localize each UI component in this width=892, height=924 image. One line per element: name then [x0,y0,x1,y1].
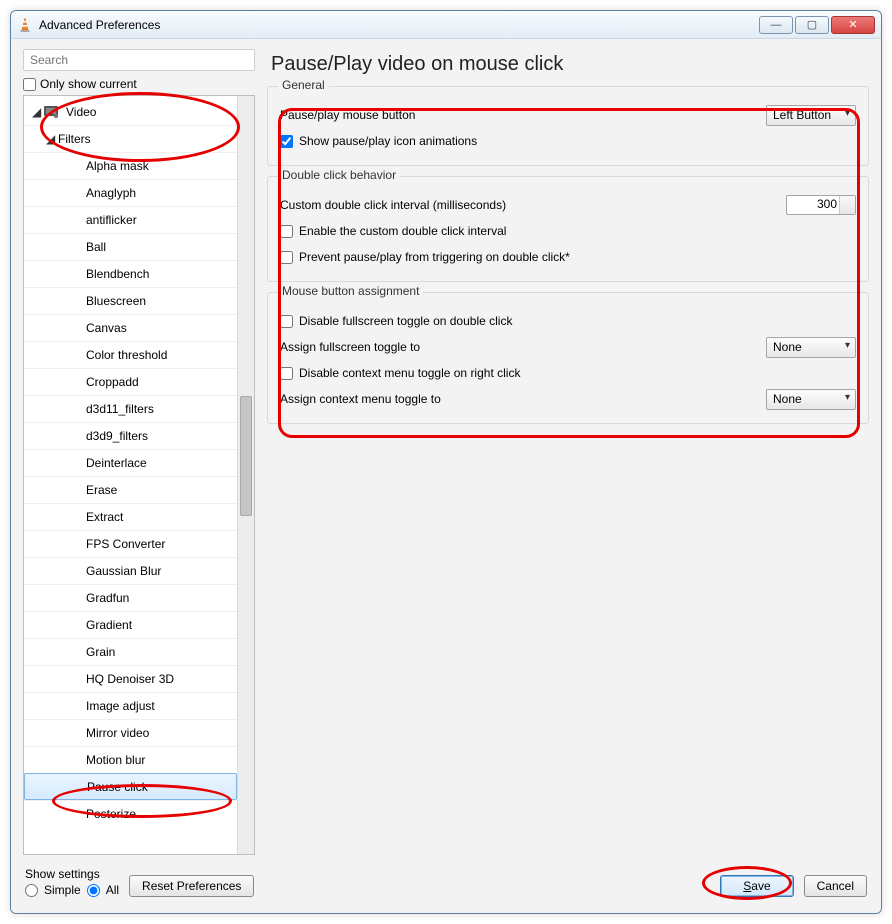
minimize-button[interactable]: — [759,16,793,34]
prevent-dblclick-checkbox[interactable] [280,251,293,264]
video-icon [44,105,60,119]
vlc-cone-icon [17,17,33,33]
close-button[interactable]: ✕ [831,16,875,34]
tree-item-canvas[interactable]: Canvas [24,314,237,341]
window-buttons: — ▢ ✕ [757,16,875,34]
disable-fs-checkbox[interactable] [280,315,293,328]
group-general: General Pause/play mouse button Left But… [267,86,869,166]
group-assign-legend: Mouse button assignment [278,284,423,298]
tree-item-blendbench[interactable]: Blendbench [24,260,237,287]
tree-item-bluescreen[interactable]: Bluescreen [24,287,237,314]
tree-item-video[interactable]: ◢Video [24,98,237,125]
tree-item-d3d9-filters[interactable]: d3d9_filters [24,422,237,449]
tree-item-croppadd[interactable]: Croppadd [24,368,237,395]
chevron-down-icon: ◢ [32,105,44,119]
group-dblclick-legend: Double click behavior [278,168,400,182]
only-show-current-label: Only show current [40,77,137,91]
show-settings-group: Show settings Simple All [25,867,119,897]
tree-item-pause-click[interactable]: Pause click [24,773,237,800]
show-anim-checkbox[interactable] [280,135,293,148]
all-radio[interactable] [87,884,100,897]
tree-item-posterize[interactable]: Posterize [24,800,237,827]
tree-item-color-threshold[interactable]: Color threshold [24,341,237,368]
tree-item-motion-blur[interactable]: Motion blur [24,746,237,773]
show-anim-label: Show pause/play icon animations [299,134,477,148]
simple-label: Simple [44,883,81,897]
tree-item-anaglyph[interactable]: Anaglyph [24,179,237,206]
mouse-button-label: Pause/play mouse button [280,108,766,122]
prevent-dblclick-label: Prevent pause/play from triggering on do… [299,250,570,264]
sidebar: Only show current ◢Video◢FiltersAlpha ma… [23,49,255,855]
page-title: Pause/Play video on mouse click [267,49,869,86]
assign-fs-label: Assign fullscreen toggle to [280,340,766,354]
tree-item-antiflicker[interactable]: antiflicker [24,206,237,233]
group-general-legend: General [278,78,329,92]
disable-ctx-checkbox[interactable] [280,367,293,380]
tree-item-gradfun[interactable]: Gradfun [24,584,237,611]
tree-container: ◢Video◢FiltersAlpha maskAnaglyphantiflic… [23,95,255,855]
interval-label: Custom double click interval (millisecon… [280,198,786,212]
titlebar: Advanced Preferences — ▢ ✕ [11,11,881,39]
cancel-button[interactable]: Cancel [804,875,867,897]
tree-item-gradient[interactable]: Gradient [24,611,237,638]
tree-item-fps-converter[interactable]: FPS Converter [24,530,237,557]
disable-ctx-label: Disable context menu toggle on right cli… [299,366,520,380]
preferences-window: Advanced Preferences — ▢ ✕ Only show cur… [10,10,882,914]
maximize-button[interactable]: ▢ [795,16,829,34]
enable-interval-checkbox[interactable] [280,225,293,238]
mouse-button-combo[interactable]: Left Button [766,105,856,126]
settings-panel: Pause/Play video on mouse click General … [267,49,869,855]
tree-item-erase[interactable]: Erase [24,476,237,503]
only-show-current-row[interactable]: Only show current [23,75,255,93]
show-settings-label: Show settings [25,867,119,881]
spinner-up-icon[interactable]: ▲ [845,198,852,205]
group-assign: Mouse button assignment Disable fullscre… [267,292,869,424]
tree-item-mirror-video[interactable]: Mirror video [24,719,237,746]
tree-item-filters[interactable]: ◢Filters [24,125,237,152]
tree-item-image-adjust[interactable]: Image adjust [24,692,237,719]
window-title: Advanced Preferences [39,18,757,32]
tree-item-d3d11-filters[interactable]: d3d11_filters [24,395,237,422]
client-area: Only show current ◢Video◢FiltersAlpha ma… [11,39,881,913]
chevron-down-icon: ◢ [46,132,58,146]
scrollbar[interactable] [237,96,254,854]
tree-item-alpha-mask[interactable]: Alpha mask [24,152,237,179]
bottom-bar: Show settings Simple All Reset Preferenc… [23,855,869,903]
spinner-down-icon[interactable]: ▼ [845,205,852,212]
tree-item-extract[interactable]: Extract [24,503,237,530]
save-button[interactable]: Save [720,875,793,897]
only-show-current-checkbox[interactable] [23,78,36,91]
search-input[interactable] [23,49,255,71]
tree-item-deinterlace[interactable]: Deinterlace [24,449,237,476]
all-label: All [106,883,119,897]
scrollbar-thumb[interactable] [240,396,252,516]
tree-item-hq-denoiser-3d[interactable]: HQ Denoiser 3D [24,665,237,692]
disable-fs-label: Disable fullscreen toggle on double clic… [299,314,512,328]
enable-interval-label: Enable the custom double click interval [299,224,506,238]
reset-button[interactable]: Reset Preferences [129,875,254,897]
group-dblclick: Double click behavior Custom double clic… [267,176,869,282]
tree-item-ball[interactable]: Ball [24,233,237,260]
assign-ctx-label: Assign context menu toggle to [280,392,766,406]
tree[interactable]: ◢Video◢FiltersAlpha maskAnaglyphantiflic… [24,96,237,854]
interval-spinner[interactable]: 300 ▲ ▼ [786,195,856,215]
assign-fs-combo[interactable]: None [766,337,856,358]
assign-ctx-combo[interactable]: None [766,389,856,410]
simple-radio[interactable] [25,884,38,897]
tree-item-gaussian-blur[interactable]: Gaussian Blur [24,557,237,584]
tree-item-grain[interactable]: Grain [24,638,237,665]
